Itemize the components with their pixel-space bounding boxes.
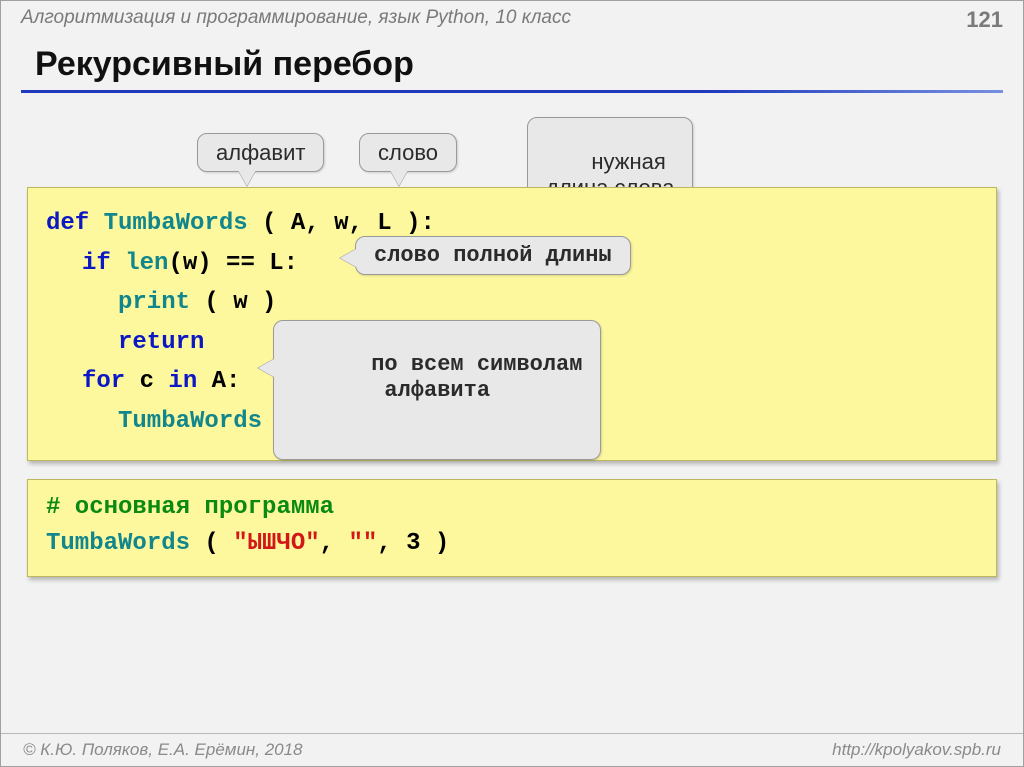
- callout-alphabet-text: алфавит: [216, 140, 305, 165]
- slide-title: Рекурсивный перебор: [1, 37, 1023, 90]
- kw-def: def: [46, 210, 89, 237]
- for-iter: A:: [212, 368, 241, 395]
- fn-recurse: TumbaWords: [118, 408, 262, 435]
- callout-loop: по всем символам алфавита: [273, 320, 601, 460]
- kw-for: for: [82, 368, 140, 395]
- fn-len: len: [125, 250, 168, 277]
- comment-text: # основная программа: [46, 494, 334, 521]
- fn-call: TumbaWords: [46, 530, 190, 557]
- for-var: c: [140, 368, 169, 395]
- call-open: (: [190, 530, 233, 557]
- slide-header: Алгоритмизация и программирование, язык …: [1, 1, 1023, 37]
- kw-in: in: [168, 368, 211, 395]
- if-cond: (w) == L:: [168, 250, 298, 277]
- code-comment: # основная программа: [46, 490, 978, 526]
- call-end: , 3 ): [377, 530, 449, 557]
- title-underline: [21, 90, 1003, 93]
- code-line-print: print ( w ): [46, 283, 978, 323]
- callout-word: слово: [359, 133, 457, 172]
- print-arg: ( w ): [190, 289, 276, 316]
- callout-tail-icon: [390, 170, 408, 186]
- callout-tail-icon: [238, 170, 256, 186]
- call-sep1: ,: [320, 530, 349, 557]
- call-str1: "ЫШЧО": [233, 530, 319, 557]
- callout-word-text: слово: [378, 140, 438, 165]
- fn-print: print: [118, 289, 190, 316]
- callout-tail-icon: [340, 249, 356, 267]
- slide-footer: © К.Ю. Поляков, Е.А. Ерёмин, 2018 http:/…: [1, 733, 1023, 766]
- slide-content: алфавит слово нужная длина слова def Tum…: [1, 117, 1023, 577]
- callout-full-word: слово полной длины: [355, 236, 631, 275]
- code-block-main-call: # основная программа TumbaWords ( "ЫШЧО"…: [27, 479, 997, 577]
- callout-tail-icon: [258, 359, 274, 377]
- call-str2: "": [348, 530, 377, 557]
- param-callouts-row: алфавит слово нужная длина слова: [27, 117, 997, 187]
- page-number: 121: [966, 7, 1003, 33]
- code-block-main: def TumbaWords ( A, w, L ): if len(w) ==…: [27, 187, 997, 461]
- callout-loop-text: по всем символам алфавита: [371, 352, 582, 402]
- callout-alphabet: алфавит: [197, 133, 324, 172]
- fn-params: ( A, w, L ):: [248, 210, 435, 237]
- kw-return: return: [118, 329, 204, 356]
- fn-name: TumbaWords: [104, 210, 248, 237]
- footer-url[interactable]: http://kpolyakov.spb.ru: [832, 740, 1001, 760]
- kw-if: if: [82, 250, 125, 277]
- subject-line: Алгоритмизация и программирование, язык …: [21, 7, 571, 29]
- code-call: TumbaWords ( "ЫШЧО", "", 3 ): [46, 526, 978, 562]
- copyright: © К.Ю. Поляков, Е.А. Ерёмин, 2018: [23, 740, 303, 760]
- callout-full-word-text: слово полной длины: [374, 243, 612, 268]
